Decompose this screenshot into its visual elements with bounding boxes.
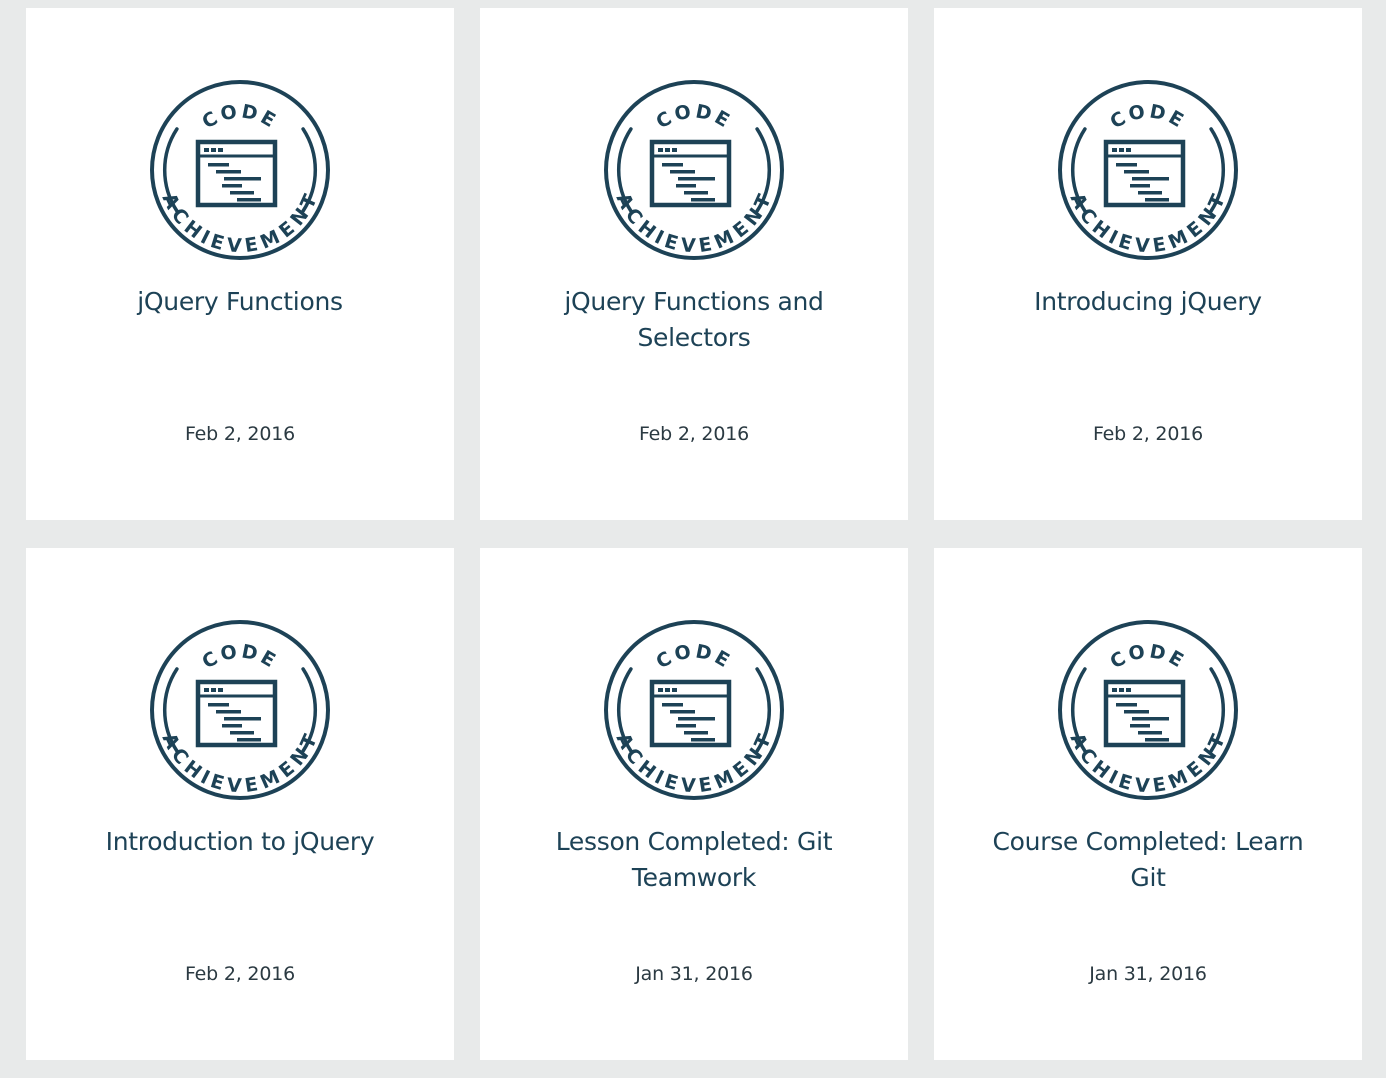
achievement-title: Introduction to jQuery [105, 827, 375, 856]
achievement-card[interactable]: CODE ACHIEVEMENT Introduction to jQuery F… [26, 548, 454, 1060]
achievement-title: Course Completed: Learn Git [992, 827, 1304, 892]
achievement-date: Feb 2, 2016 [184, 963, 295, 985]
achievement-title: jQuery Functions [137, 287, 343, 316]
achievement-title: Introducing jQuery [1034, 287, 1262, 316]
achievement-title: Lesson Completed: Git Teamwork [555, 827, 833, 892]
achievement-date: Jan 31, 2016 [1089, 963, 1207, 985]
achievement-date: Jan 31, 2016 [635, 963, 753, 985]
code-achievement-badge-icon: CODE ACHIEVEMENT [1056, 618, 1240, 802]
achievements-grid: CODE ACHIEVEMENT jQuery Functions Feb 2, … [0, 0, 1386, 1078]
achievement-title: jQuery Functions and Selectors [564, 287, 824, 352]
achievement-date: Feb 2, 2016 [184, 423, 295, 445]
achievement-date: Feb 2, 2016 [1092, 423, 1203, 445]
code-achievement-badge-icon: CODE ACHIEVEMENT [602, 78, 786, 262]
svg-text:CODE: CODE [198, 640, 281, 673]
code-achievement-badge-icon: CODE ACHIEVEMENT [148, 78, 332, 262]
code-achievement-badge-icon: CODE ACHIEVEMENT [1056, 78, 1240, 262]
svg-text:CODE: CODE [1106, 100, 1189, 133]
svg-text:CODE: CODE [1106, 640, 1189, 673]
achievement-card[interactable]: CODE ACHIEVEMENT jQuery Functions Feb 2, … [26, 8, 454, 520]
achievement-date: Feb 2, 2016 [638, 423, 749, 445]
achievement-card[interactable]: CODE ACHIEVEMENT Course Completed: Learn … [934, 548, 1362, 1060]
svg-text:CODE: CODE [652, 640, 735, 673]
achievement-card[interactable]: CODE ACHIEVEMENT Lesson Completed: Git Te… [480, 548, 908, 1060]
svg-text:CODE: CODE [198, 100, 281, 133]
achievement-card[interactable]: CODE ACHIEVEMENT jQuery Functions and Sel… [480, 8, 908, 520]
achievement-card[interactable]: CODE ACHIEVEMENT Introducing jQuery Feb 2… [934, 8, 1362, 520]
code-achievement-badge-icon: CODE ACHIEVEMENT [602, 618, 786, 802]
svg-text:CODE: CODE [652, 100, 735, 133]
code-achievement-badge-icon: CODE ACHIEVEMENT [148, 618, 332, 802]
